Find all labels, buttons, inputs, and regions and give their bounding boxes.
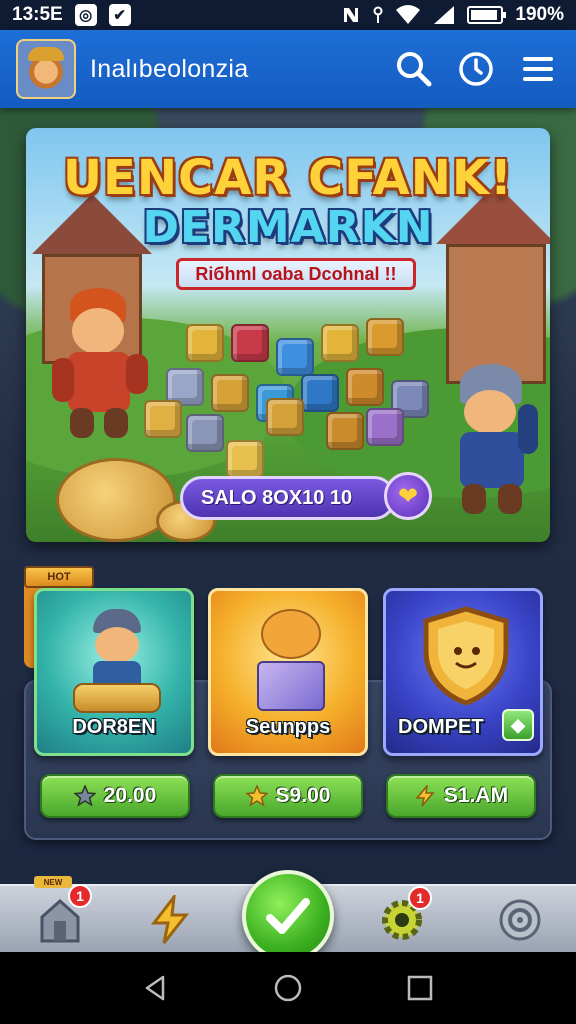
puzzle-block [326,412,364,450]
nav-gear[interactable]: 1 [362,886,442,954]
nav-home[interactable]: 1 [20,884,100,954]
recents-icon [407,975,433,1001]
puzzle-block [366,318,404,356]
check-icon [266,898,310,934]
notification-badge: 1 [408,886,432,910]
store-item-name: DOR8EN [72,716,156,738]
gear-star-icon [245,785,268,807]
puzzle-block [231,324,269,362]
avatar[interactable] [16,39,76,99]
menu-button[interactable] [516,47,560,91]
signal-dot-icon [373,6,383,23]
store-item-card[interactable]: Seunpps [208,588,368,756]
back-button[interactable] [136,968,176,1008]
nfc-icon [344,8,359,22]
status-time: 13:5E [12,4,63,25]
price-label: S9.00 [275,784,331,807]
page-title: Inalıbeolonzia [90,54,249,83]
puzzle-block [186,324,224,362]
puzzle-block [186,414,224,452]
puzzle-block [366,408,404,446]
banner-ribbon: Riбhml oaba Dcohnal !! [176,258,416,290]
store-tag: HOT [24,566,94,588]
status-bar: 13:5E ◎ ✔ 190% [0,0,576,30]
price-label: S1.AM [443,784,509,807]
search-button[interactable] [392,47,436,91]
system-nav [0,952,576,1024]
coin-stack-icon [73,683,161,713]
promo-pill[interactable]: SALO 8OX10 10 [180,476,396,520]
buy-button[interactable]: 20.00 [40,774,190,818]
gift-box-icon [257,661,325,711]
nav-boost[interactable] [130,886,210,954]
puzzle-block [226,440,264,478]
diamond-icon: ◆ [502,709,534,741]
home-icon [274,974,302,1002]
lightning-icon [150,895,190,944]
puzzle-block [346,368,384,406]
home-button[interactable] [268,968,308,1008]
status-left: 13:5E ◎ ✔ [12,4,131,26]
buy-button[interactable]: S1.AM [386,774,536,818]
banner-title: UENCAR CFANK! [63,150,513,206]
heart-icon[interactable]: ❤ [384,472,432,520]
banner-subtitle: DERMARKN [142,202,434,253]
battery-icon [467,6,507,24]
battery-text: 190% [515,4,564,25]
fox-icon [261,609,321,659]
target-icon [499,899,541,941]
store-item-card[interactable]: DOMPET ◆ [383,588,543,756]
puzzle-block [211,374,249,412]
wifi-icon [396,5,421,25]
notification-badge: 1 [68,884,92,908]
shield-icon [423,606,509,705]
puzzle-block [276,338,314,376]
hero-character-left [44,288,154,438]
check-box-icon: ✔ [108,4,131,26]
search-icon [397,52,432,87]
lightning-icon [415,785,435,807]
clock-button[interactable] [454,47,498,91]
price-label: 20.00 [103,784,157,807]
store-item-name: Seunpps [245,716,331,738]
new-label: NEW [34,876,72,888]
puzzle-block [321,324,359,362]
puzzle-block [266,398,304,436]
target-icon: ◎ [74,4,97,26]
store-item-card[interactable]: DOR8EN [34,588,194,756]
clock-icon [459,52,493,86]
app-bar: Inalıbeolonzia [0,30,576,108]
house [446,244,546,384]
cellular-icon [434,6,455,24]
back-icon [145,975,165,1001]
recents-button[interactable] [400,968,440,1008]
hero-character-right [440,364,544,514]
nav-target[interactable] [480,886,560,954]
menu-icon [523,57,553,81]
puzzle-block [301,374,339,412]
star-icon [73,785,96,807]
status-right: 190% [341,4,564,26]
buy-button[interactable]: S9.00 [213,774,363,818]
nav-play-button[interactable] [242,870,334,962]
